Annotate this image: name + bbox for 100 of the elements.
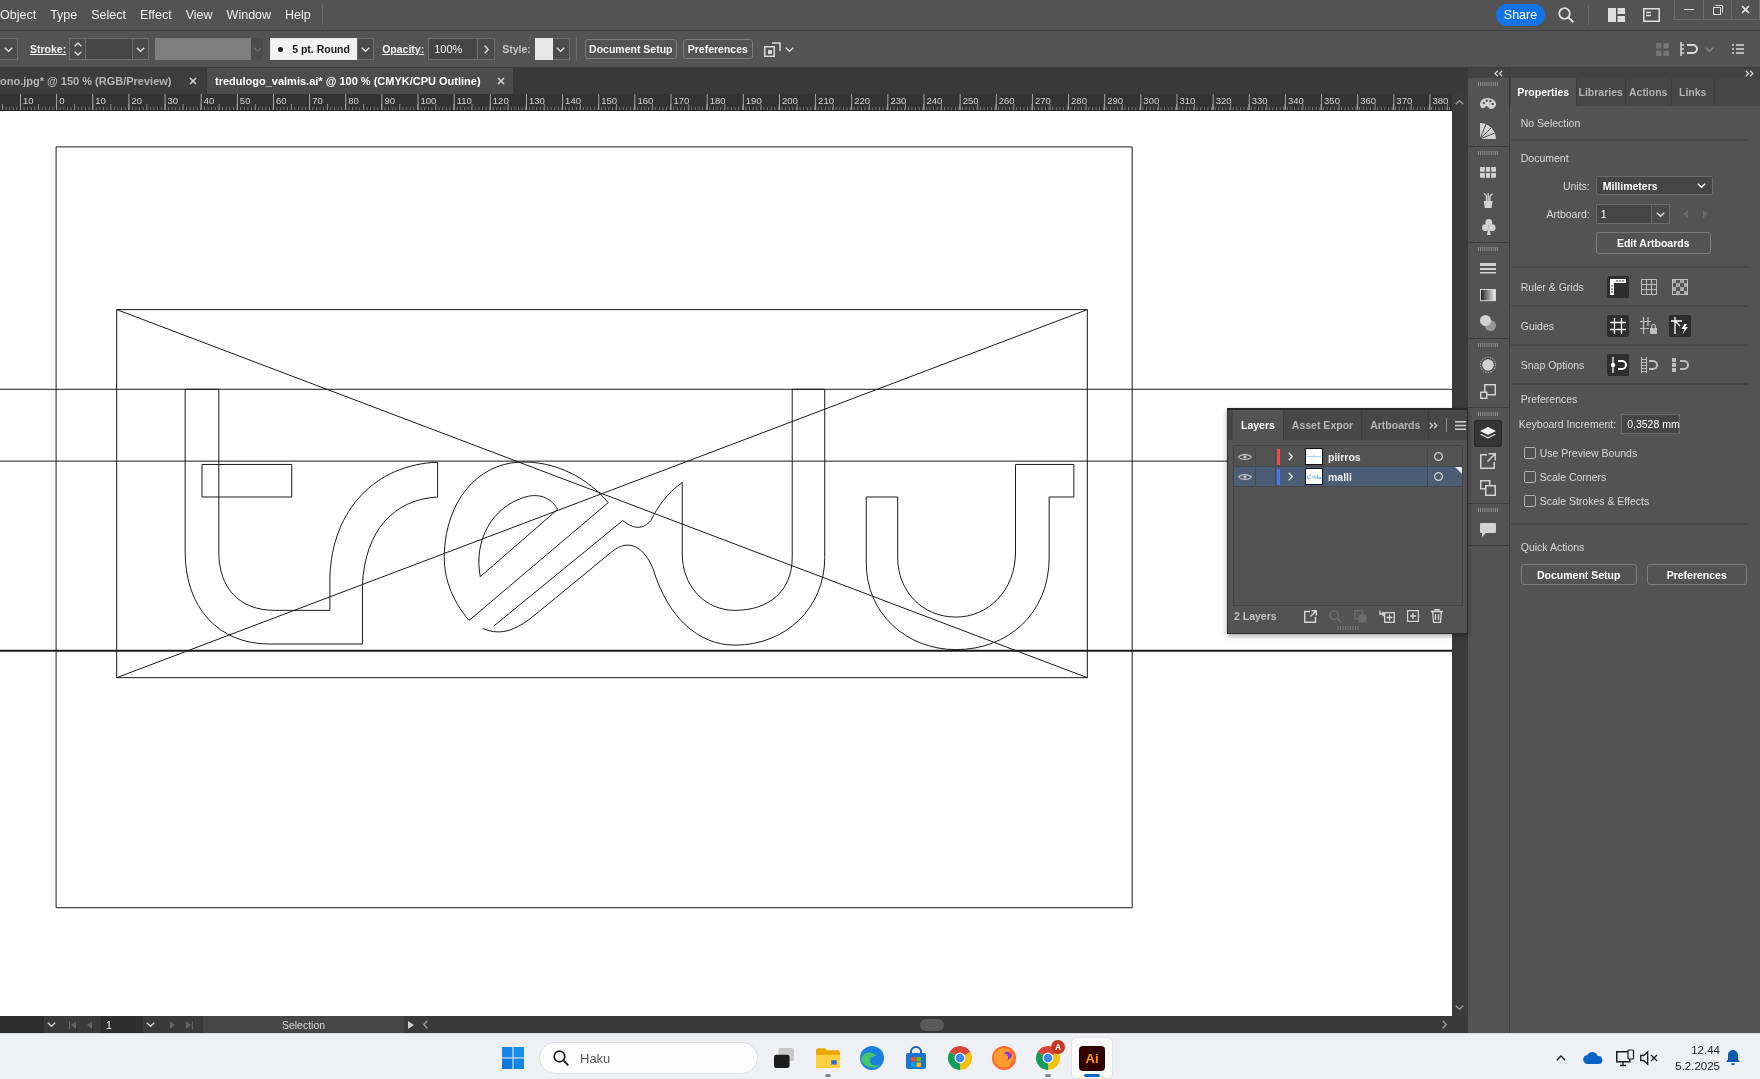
menu-item[interactable]: Object	[0, 8, 37, 22]
close-icon[interactable]	[189, 77, 197, 85]
panel-tab[interactable]: Properties	[1510, 78, 1577, 106]
grip-icon[interactable]	[1478, 508, 1499, 512]
dropdown-button[interactable]	[0, 38, 18, 60]
units-dropdown[interactable]: Millimeters	[1595, 176, 1713, 195]
dropdown-button[interactable]	[132, 38, 150, 60]
keyboard-increment-field[interactable]: 0,3528 mm	[1621, 414, 1681, 434]
checkbox-label[interactable]: Use Preview Bounds	[1539, 447, 1638, 459]
share-button[interactable]: Share	[1496, 4, 1545, 26]
clock-time[interactable]: 12.44	[1691, 1042, 1720, 1058]
chevron-right-icon[interactable]	[1287, 452, 1293, 461]
menu-item[interactable]: Type	[50, 8, 78, 22]
arrow-plus-square-icon[interactable]	[1379, 609, 1395, 623]
search-icon[interactable]	[1558, 7, 1574, 23]
nested-squares-icon[interactable]	[763, 41, 781, 57]
dropdown-button[interactable]	[357, 38, 375, 60]
taskbar-app-button[interactable]: Ai	[1072, 1038, 1112, 1078]
brush-dropdown[interactable]: 5 pt. Round	[270, 38, 358, 60]
grip-icon[interactable]	[1478, 412, 1499, 416]
grip-icon[interactable]	[1478, 247, 1499, 251]
menu-item[interactable]: Window	[226, 8, 272, 22]
toggle-button[interactable]	[1668, 314, 1691, 337]
menu-item[interactable]: View	[185, 8, 213, 22]
panel-tab[interactable]: Actions	[1625, 78, 1672, 106]
artboard-field[interactable]: 1	[1595, 204, 1652, 224]
current-tool-label[interactable]: Selection	[203, 1016, 404, 1033]
double-chevron-icon[interactable]	[1745, 69, 1754, 77]
panel-button[interactable]	[1474, 420, 1503, 447]
style-swatch-icon[interactable]	[534, 38, 553, 60]
magnet-icon[interactable]	[1680, 42, 1697, 56]
play-icon[interactable]	[408, 1020, 414, 1029]
search-field[interactable]: Haku	[539, 1042, 758, 1074]
scroll-thumb[interactable]	[920, 1018, 944, 1031]
ruler-number: 170	[673, 95, 690, 106]
speaker-muted-icon[interactable]	[1640, 1051, 1658, 1065]
panel-tab[interactable]: Layers	[1233, 410, 1284, 440]
document-tab[interactable]: tredulogo_valmis.ai* @ 100 % (CMYK/CPU Outline)	[207, 68, 513, 94]
ring-icon[interactable]	[1434, 472, 1443, 481]
panel-tab[interactable]: Asset Expor	[1283, 410, 1363, 440]
grip-icon[interactable]	[1478, 343, 1499, 347]
eye-icon[interactable]	[1237, 452, 1252, 461]
menu-item[interactable]: Help	[285, 8, 311, 22]
chevron-up-icon[interactable]	[1556, 1055, 1566, 1061]
double-chevron-icon[interactable]	[1429, 421, 1439, 429]
stepper-button[interactable]	[69, 38, 87, 60]
quick-action-button[interactable]: Preferences	[1646, 564, 1747, 585]
minimize-icon	[1684, 9, 1694, 10]
double-chevron-icon[interactable]	[1493, 69, 1503, 77]
window-panel-icon[interactable]	[1643, 8, 1660, 22]
toggle-button[interactable]	[1606, 353, 1629, 376]
quick-action-button[interactable]: Document Setup	[1520, 564, 1637, 585]
panel-tab[interactable]: Artboards	[1362, 410, 1430, 440]
menu-item[interactable]: Select	[91, 8, 126, 22]
opacity-label[interactable]: Opacity:	[382, 43, 425, 55]
export-icon[interactable]	[1304, 609, 1317, 623]
grip-icon[interactable]	[1478, 82, 1499, 86]
toolbar-button[interactable]: Preferences	[682, 39, 753, 59]
toolbar-button[interactable]: Document Setup	[584, 39, 677, 59]
plus-square-icon[interactable]	[1407, 610, 1419, 622]
close-icon[interactable]	[497, 77, 505, 85]
opacity-field[interactable]: 100%	[428, 38, 479, 60]
chevron-right-icon[interactable]	[1287, 472, 1293, 481]
document-tab[interactable]: ono.jpg* @ 150 % (RGB/Preview)	[0, 68, 205, 94]
checkbox[interactable]	[1523, 447, 1536, 459]
scroll-down-icon[interactable]	[1455, 1005, 1464, 1010]
grip-icon[interactable]	[1478, 151, 1499, 155]
layer-row[interactable]: malli	[1234, 467, 1462, 487]
clock-date[interactable]: 5.2.2025	[1675, 1058, 1720, 1074]
menu-icon[interactable]	[1455, 420, 1467, 430]
monitor-icon[interactable]	[1616, 1049, 1634, 1067]
cloud-icon[interactable]	[1583, 1052, 1603, 1064]
trash-icon[interactable]	[1431, 609, 1443, 623]
panels-layout-icon[interactable]	[1608, 8, 1625, 22]
scroll-left-icon[interactable]	[423, 1020, 428, 1029]
list-icon[interactable]	[1732, 44, 1744, 54]
checkbox-label[interactable]: Scale Strokes & Effects	[1539, 495, 1650, 507]
panel-tab[interactable]: Links	[1671, 78, 1715, 106]
toggle-button[interactable]	[1637, 314, 1660, 337]
arrow-button[interactable]	[478, 38, 496, 60]
artboard-number-field[interactable]: 1	[101, 1016, 143, 1033]
menu-item[interactable]: Effect	[140, 8, 172, 22]
layer-count: 2 Layers	[1234, 610, 1277, 622]
zoom-field[interactable]	[0, 1016, 44, 1033]
edit-artboards-button[interactable]: Edit Artboards	[1595, 232, 1711, 254]
panel-tab[interactable]: Libraries	[1576, 78, 1626, 106]
scroll-right-icon[interactable]	[1442, 1020, 1447, 1029]
canvas-area[interactable]	[0, 111, 1452, 1016]
ring-icon[interactable]	[1434, 452, 1443, 461]
taskbar-app-button[interactable]: A	[1028, 1038, 1068, 1078]
stroke-label[interactable]: Stroke:	[30, 43, 67, 55]
checkbox-label[interactable]: Scale Corners	[1539, 471, 1607, 483]
toggle-button[interactable]	[1606, 314, 1629, 337]
toggle-button[interactable]	[1606, 275, 1629, 298]
checkbox[interactable]	[1523, 495, 1536, 507]
bell-icon[interactable]	[1726, 1050, 1740, 1066]
checkbox[interactable]	[1523, 471, 1536, 483]
stroke-weight-field[interactable]	[86, 38, 133, 60]
eye-icon[interactable]	[1237, 472, 1252, 481]
scroll-up-icon[interactable]	[1455, 100, 1464, 105]
